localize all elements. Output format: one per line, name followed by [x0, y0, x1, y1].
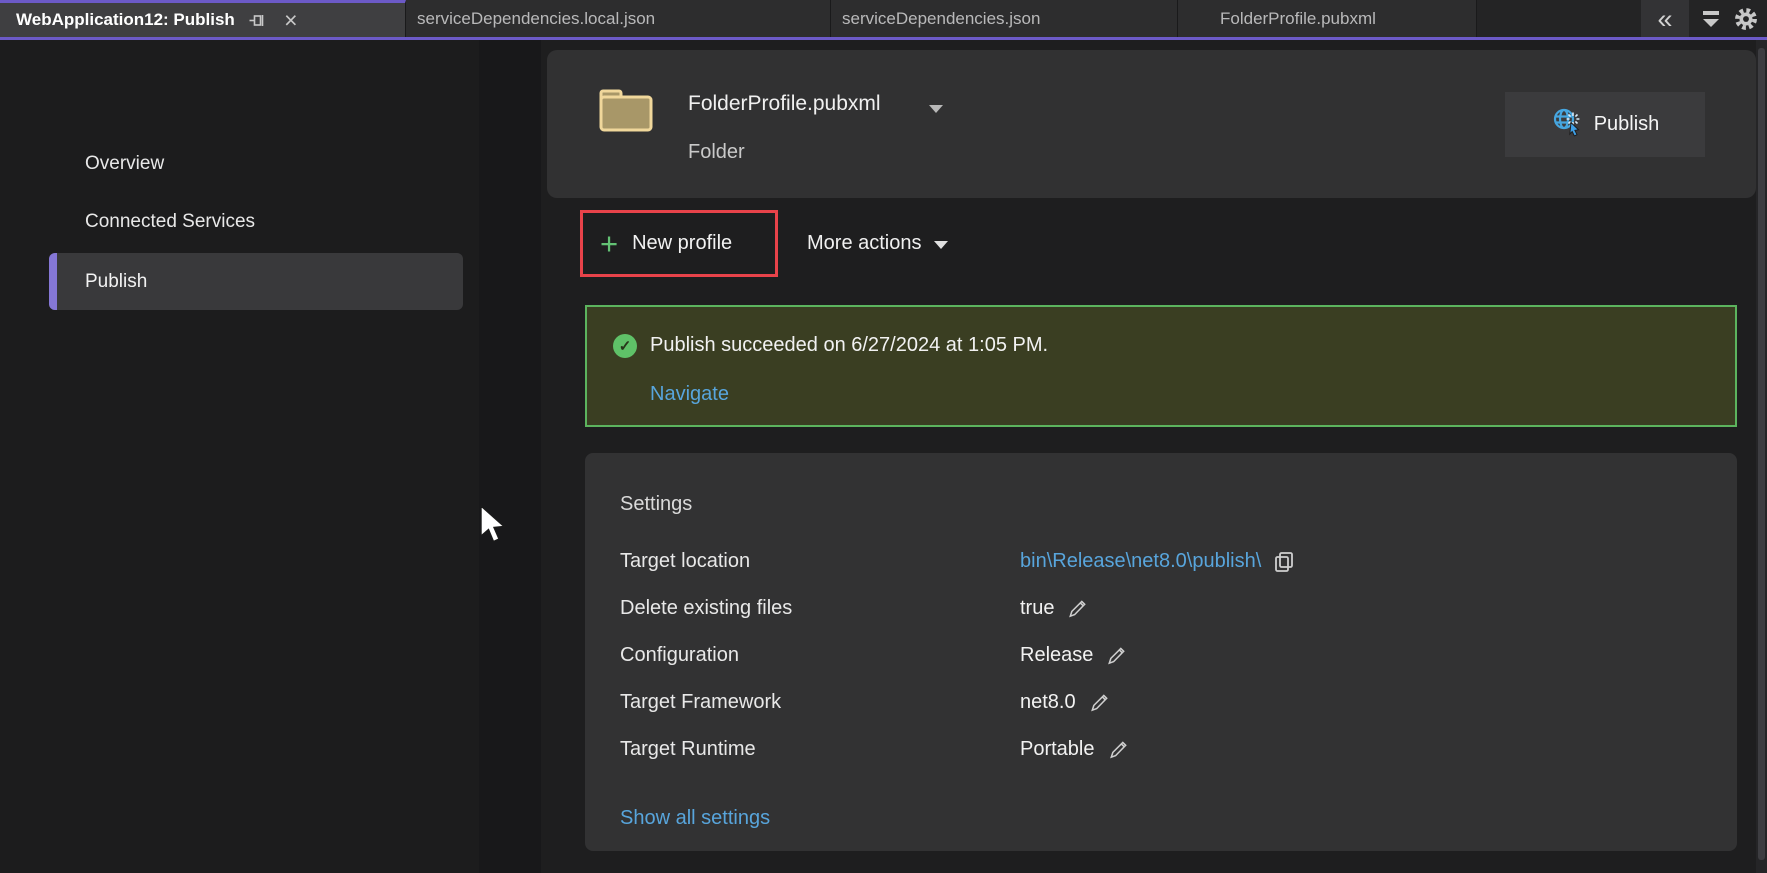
- setting-label: Target Framework: [620, 691, 782, 713]
- publish-success-banner: ✓ Publish succeeded on 6/27/2024 at 1:05…: [585, 305, 1737, 427]
- setting-label: Target location: [620, 550, 751, 572]
- profile-name-dropdown[interactable]: FolderProfile.pubxml: [688, 92, 881, 116]
- profile-type-label: Folder: [688, 141, 745, 163]
- more-actions-label: More actions: [807, 232, 922, 254]
- tab-label: FolderProfile.pubxml: [1220, 8, 1376, 28]
- setting-row-target-framework: Target Framework net8.0: [620, 691, 1707, 719]
- setting-value: true: [1020, 597, 1055, 619]
- sidebar-item-overview[interactable]: Overview: [85, 153, 164, 175]
- profile-header-card: FolderProfile.pubxml Folder Publish: [547, 50, 1756, 198]
- gear-icon[interactable]: [1733, 6, 1759, 32]
- tab-label: WebApplication12: Publish: [16, 10, 235, 29]
- folder-icon: [598, 86, 654, 139]
- sidebar-main-divider: [479, 40, 541, 873]
- publish-button-label: Publish: [1593, 113, 1660, 135]
- tab-label: serviceDependencies.json: [842, 8, 1041, 28]
- setting-value: Release: [1020, 644, 1094, 666]
- new-profile-label: New profile: [632, 232, 733, 254]
- sidebar-item-connected-services[interactable]: Connected Services: [85, 211, 255, 233]
- show-all-settings-link[interactable]: Show all settings: [620, 807, 770, 830]
- document-tab-bar: WebApplication12: Publish × serviceDepen…: [0, 0, 1767, 40]
- setting-row-target-location: Target location bin\Release\net8.0\publi…: [620, 550, 1707, 578]
- setting-value: Portable: [1020, 738, 1095, 760]
- edit-pencil-icon[interactable]: [1088, 691, 1111, 714]
- more-actions-dropdown[interactable]: More actions: [807, 210, 948, 277]
- publish-globe-icon: [1551, 106, 1583, 143]
- sidebar-item-publish[interactable]: Publish: [49, 253, 463, 310]
- tab-servicedependencies-json[interactable]: serviceDependencies.json: [831, 0, 1178, 37]
- edit-pencil-icon[interactable]: [1107, 738, 1130, 761]
- setting-row-target-runtime: Target Runtime Portable: [620, 738, 1707, 766]
- chevron-down-icon[interactable]: [929, 105, 943, 113]
- settings-card: Settings Target location bin\Release\net…: [585, 453, 1737, 851]
- tab-list-dropdown-icon[interactable]: [1703, 10, 1719, 27]
- pin-icon[interactable]: [245, 8, 269, 32]
- vs-publish-window: Overview Connected Services Publish Fold…: [0, 0, 1767, 873]
- setting-label: Configuration: [620, 644, 739, 666]
- copy-icon[interactable]: [1273, 551, 1295, 573]
- tab-label: serviceDependencies.local.json: [417, 8, 656, 28]
- publish-button[interactable]: Publish: [1505, 92, 1705, 157]
- edit-pencil-icon[interactable]: [1105, 644, 1128, 667]
- target-location-link[interactable]: bin\Release\net8.0\publish\: [1020, 550, 1261, 573]
- vertical-scrollbar[interactable]: [1756, 40, 1767, 873]
- tab-folderprofile-pubxml[interactable]: FolderProfile.pubxml: [1178, 0, 1477, 37]
- success-check-icon: ✓: [613, 334, 637, 358]
- double-chevron-left-icon[interactable]: «: [1641, 0, 1689, 37]
- setting-value: net8.0: [1020, 691, 1076, 713]
- close-icon[interactable]: ×: [279, 8, 303, 32]
- plus-icon: +: [600, 225, 619, 261]
- setting-label: Delete existing files: [620, 597, 793, 619]
- new-profile-button[interactable]: + New profile: [580, 210, 778, 277]
- publish-success-message: Publish succeeded on 6/27/2024 at 1:05 P…: [650, 334, 1049, 356]
- tab-servicedependencies-local-json[interactable]: serviceDependencies.local.json: [406, 0, 831, 37]
- navigate-link[interactable]: Navigate: [650, 383, 729, 406]
- mouse-cursor: [479, 504, 509, 552]
- tabbar-controls: «: [1640, 0, 1767, 37]
- settings-heading: Settings: [620, 493, 693, 515]
- chevron-down-icon: [933, 241, 948, 249]
- edit-pencil-icon[interactable]: [1066, 597, 1089, 620]
- setting-label: Target Runtime: [620, 738, 756, 760]
- tab-webapplication12-publish[interactable]: WebApplication12: Publish ×: [0, 0, 406, 37]
- setting-row-delete-existing-files: Delete existing files true: [620, 597, 1707, 625]
- selected-accent-bar: [49, 253, 57, 310]
- publish-sidebar: Overview Connected Services Publish: [0, 40, 479, 873]
- sidebar-item-publish-label: Publish: [85, 271, 148, 292]
- setting-row-configuration: Configuration Release: [620, 644, 1707, 672]
- scrollbar-thumb[interactable]: [1758, 48, 1765, 860]
